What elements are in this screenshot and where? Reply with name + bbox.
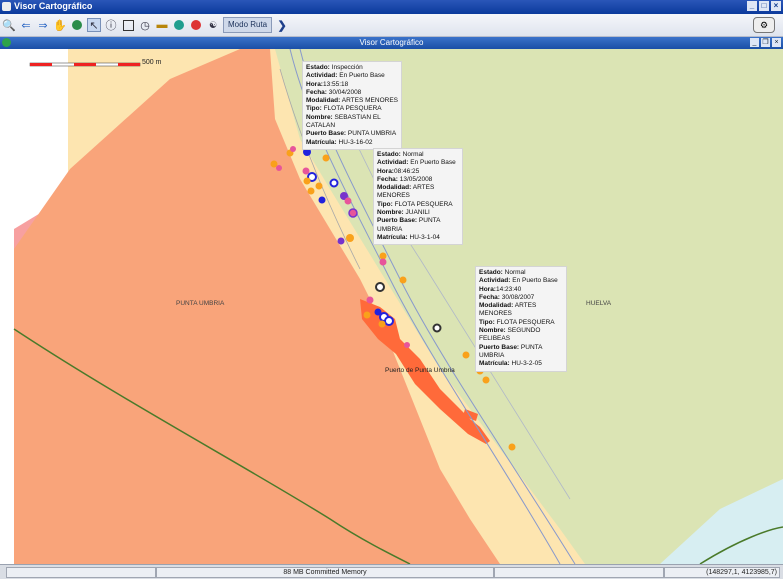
status-panel-left (6, 567, 156, 578)
status-panel-mid (494, 567, 664, 578)
track-icon[interactable]: ☯ (206, 18, 220, 32)
globe-icon[interactable] (70, 18, 84, 32)
pan-hand-icon[interactable]: ✋ (53, 18, 67, 32)
info-icon[interactable]: ⓘ (104, 18, 118, 32)
map-frame-title-bar: Visor Cartográfico _ ❐ × (0, 37, 783, 49)
map-frame-title: Visor Cartográfico (359, 38, 424, 47)
tool-toggle-button[interactable]: ⚙ (753, 17, 775, 33)
coordinates-readout: (148297,1, 4123985,7) (664, 567, 780, 578)
memory-status: 88 MB Committed Memory (156, 567, 494, 578)
close-icon[interactable]: × (772, 38, 781, 47)
pointer-icon[interactable]: ↖ (87, 18, 101, 32)
place-label-huelva: HUELVA (586, 300, 612, 307)
maximize-icon[interactable]: □ (759, 1, 769, 11)
restore-icon[interactable]: ❐ (761, 38, 770, 47)
vessel-popup: Estado: Normal Actividad: En Puerto Base… (475, 266, 567, 372)
rectangle-select-icon[interactable] (121, 18, 135, 32)
minimize-icon[interactable]: _ (750, 38, 759, 47)
place-label-punta-umbria: PUNTA UMBRIA (176, 300, 225, 307)
forward-arrow-icon[interactable]: ⇒ (36, 18, 50, 32)
app-icon (2, 2, 11, 11)
toolbar: 🔍 ⇐ ⇒ ✋ ↖ ⓘ ◷ ▬ ☯ Modo Ruta ❯ ⚙ (0, 14, 783, 37)
back-arrow-icon[interactable]: ⇐ (19, 18, 33, 32)
window-title: Visor Cartográfico (14, 1, 93, 11)
close-icon[interactable]: × (771, 1, 781, 11)
map-canvas[interactable]: 500 m PUNTA UMBRIA HUELVA Puerto de Punt… (0, 49, 783, 564)
route-mode-button[interactable]: Modo Ruta (223, 17, 273, 33)
measure-icon[interactable]: ◷ (138, 18, 152, 32)
window-controls: _ □ × (747, 1, 781, 11)
window-title-bar: Visor Cartográfico _ □ × (0, 0, 783, 14)
vessel-popup: Estado: Normal Actividad: En Puerto Base… (373, 148, 463, 246)
next-chevron-icon[interactable]: ❯ (275, 18, 289, 32)
place-label-port: Puerto de Punta Umbria (385, 367, 455, 374)
layers-icon[interactable] (172, 18, 186, 32)
status-bar: 88 MB Committed Memory (148297,1, 412398… (0, 564, 783, 579)
vessel-icon[interactable] (189, 18, 203, 32)
zoom-icon[interactable]: 🔍 (2, 18, 16, 32)
ruler-icon[interactable]: ▬ (155, 18, 169, 32)
minimize-icon[interactable]: _ (747, 1, 757, 11)
scale-label: 500 m (142, 59, 162, 66)
map-frame-controls: _ ❐ × (750, 38, 781, 47)
vessel-popup: Estado: Inspección Actividad: En Puerto … (302, 61, 402, 150)
